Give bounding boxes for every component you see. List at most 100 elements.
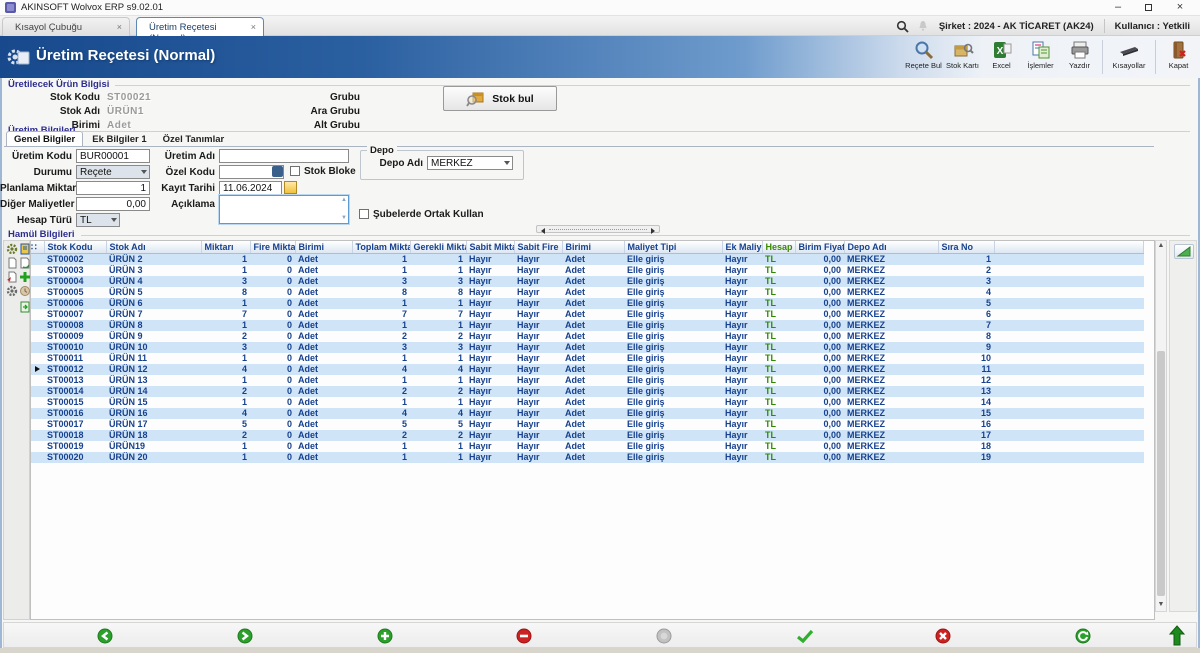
grid-column-header[interactable]: Ek Maliyet [722,241,762,254]
new-record-icon[interactable] [6,257,18,269]
delete-record-button[interactable] [516,628,532,644]
table-row[interactable]: ST00010ÜRÜN 1030Adet33HayırHayırAdetElle… [31,342,1144,353]
scroll-to-top-button[interactable] [1168,625,1184,641]
grid-column-header[interactable]: Sıra No [938,241,994,254]
grid-column-header[interactable]: Stok Adı [106,241,201,254]
table-row[interactable]: ST00012ÜRÜN 1240Adet44HayırHayırAdetElle… [31,364,1144,375]
grid-column-header[interactable]: Maliyet Tipi [624,241,722,254]
close-button[interactable]: × [1168,1,1192,15]
textarea-scroll-down-icon[interactable]: ▼ [341,215,347,221]
tab-close-icon[interactable]: × [251,22,256,32]
recete-bul-button[interactable]: Reçete Bul [904,37,943,77]
grid-cell: 1 [410,265,466,276]
tab-ek-bilgiler-1[interactable]: Ek Bilgiler 1 [85,131,153,146]
post-record-button[interactable] [796,628,812,644]
grid-column-header[interactable]: Depo Adı [844,241,938,254]
gear-disabled-icon[interactable] [6,285,18,297]
minimize-button[interactable]: – [1106,1,1130,15]
grid-column-header[interactable]: Gerekli Miktar [410,241,466,254]
tab-kisayol-cubugu[interactable]: Kısayol Çubuğu × [2,17,130,36]
insert-record-button[interactable] [377,628,393,644]
grid-column-header[interactable]: Sabit Fire [514,241,562,254]
grid-cell: 1 [410,397,466,408]
grid-column-header[interactable]: Birim Fiyatı [795,241,844,254]
calendar-icon[interactable] [284,181,297,194]
table-row[interactable]: ST00015ÜRÜN 1510Adet11HayırHayırAdetElle… [31,397,1144,408]
depo-adi-select[interactable]: MERKEZ [427,156,513,170]
cancel-record-button[interactable] [935,628,951,644]
grid-column-header[interactable]: Birimi [295,241,352,254]
textarea-scroll-up-icon[interactable]: ▲ [341,197,347,203]
tab-close-icon[interactable]: × [117,22,122,32]
table-row[interactable]: ST00009ÜRÜN 920Adet22HayırHayırAdetElle … [31,331,1144,342]
grid-column-header[interactable]: Hesap [762,241,795,254]
excel-button[interactable]: X Excel [982,37,1021,77]
prev-record-button[interactable] [97,628,113,644]
grid-cell: 0,00 [795,331,844,342]
grid-column-header[interactable]: Birimi [562,241,624,254]
grid-cell: Hayır [466,276,514,287]
stok-bul-button[interactable]: Stok bul [443,86,557,111]
grid-cell: 3 [410,342,466,353]
tab-genel-bilgiler[interactable]: Genel Bilgiler [6,131,83,146]
subelerde-ortak-kullan-label: Şubelerde Ortak Kullan [373,209,484,220]
grid-column-header[interactable]: Sabit Miktar [466,241,514,254]
table-row[interactable]: ST00008ÜRÜN 810Adet11HayırHayırAdetElle … [31,320,1144,331]
grid-column-header[interactable]: Toplam Miktar [352,241,410,254]
tab-ozel-tanimlar[interactable]: Özel Tanımlar [156,131,232,146]
search-icon[interactable] [896,20,909,33]
expand-grid-button[interactable] [1174,244,1194,259]
table-row[interactable]: ST00014ÜRÜN 1420Adet22HayırHayırAdetElle… [31,386,1144,397]
table-row[interactable]: ST00004ÜRÜN 430Adet33HayırHayırAdetElle … [31,276,1144,287]
grid-cell: Elle giriş [624,331,722,342]
table-row[interactable]: ST00006ÜRÜN 610Adet11HayırHayırAdetElle … [31,298,1144,309]
maximize-button[interactable] [1136,1,1160,15]
delete-record-icon[interactable] [6,271,18,283]
table-row[interactable]: ST00003ÜRÜN 310Adet11HayırHayırAdetElle … [31,265,1144,276]
grid-cell: 0 [250,375,295,386]
grid-cell: Hayır [514,419,562,430]
edit-record-button-disabled[interactable] [656,628,672,644]
table-row[interactable]: ST00013ÜRÜN 1310Adet11HayırHayırAdetElle… [31,375,1144,386]
grid-column-header[interactable]: Stok Kodu [44,241,106,254]
notification-bell-icon[interactable] [917,20,929,32]
uretim-adi-input[interactable] [219,149,349,163]
table-row[interactable]: ST00007ÜRÜN 770Adet77HayırHayırAdetElle … [31,309,1144,320]
stok-karti-button[interactable]: Stok Kartı [943,37,982,77]
settings-gear-icon[interactable] [6,243,18,255]
aciklama-textarea[interactable] [219,195,349,224]
grid-cell: MERKEZ [844,364,938,375]
scroll-down-icon[interactable]: ▼ [1156,600,1166,611]
grid-cell: ÜRÜN 10 [106,342,201,353]
table-row[interactable]: ST00017ÜRÜN 1750Adet55HayırHayırAdetElle… [31,419,1144,430]
yazdir-button[interactable]: Yazdır [1060,37,1099,77]
vertical-scrollbar[interactable]: ▲ ▼ [1155,240,1167,612]
table-row[interactable]: ST00016ÜRÜN 1640Adet44HayırHayırAdetElle… [31,408,1144,419]
tab-uretim-recetesi[interactable]: Üretim Reçetesi (Normal) × [136,17,264,36]
islemler-button[interactable]: İşlemler [1021,37,1060,77]
stok-bloke-checkbox[interactable] [290,166,300,176]
scroll-up-icon[interactable]: ▲ [1156,241,1166,252]
grid-cell: 0 [250,287,295,298]
grid-cell: 0,00 [795,342,844,353]
grid-cell: 2 [201,386,250,397]
grid-column-header[interactable]: Fire Miktarı [250,241,295,254]
table-row[interactable]: ST00018ÜRÜN 1820Adet22HayırHayırAdetElle… [31,430,1144,441]
ozel-kodu-lookup-icon[interactable] [272,166,283,177]
next-record-button[interactable] [237,628,253,644]
table-row[interactable]: ST00011ÜRÜN 1110Adet11HayırHayırAdetElle… [31,353,1144,364]
table-row[interactable]: ST00002ÜRÜN 210Adet11HayırHayırAdetElle … [31,254,1144,266]
hesap-turu-select[interactable]: TL [76,213,120,227]
grid-cell: Elle giriş [624,276,722,287]
scrollbar-thumb[interactable] [1157,351,1165,596]
table-row[interactable]: ST00019ÜRÜN1910Adet11HayırHayırAdetElle … [31,441,1144,452]
kayit-tarihi-input[interactable] [219,181,282,195]
table-row[interactable]: ST00005ÜRÜN 580Adet88HayırHayırAdetElle … [31,287,1144,298]
refresh-record-button[interactable] [1075,628,1091,644]
grid-cell: Hayır [466,287,514,298]
table-row[interactable]: ST00020ÜRÜN 2010Adet11HayırHayırAdetElle… [31,452,1144,463]
kisayollar-button[interactable]: Kısayollar [1106,37,1152,77]
grid-column-header[interactable]: Miktarı [201,241,250,254]
subelerde-ortak-kullan-checkbox[interactable] [359,209,369,219]
kapat-button[interactable]: Kapat [1159,37,1198,77]
